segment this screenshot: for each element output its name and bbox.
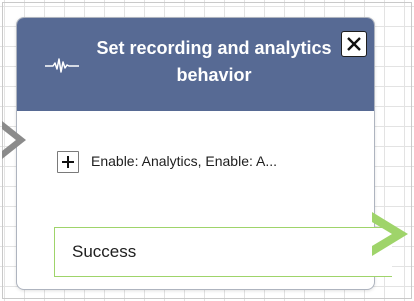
branch-success[interactable]: Success — [54, 227, 392, 277]
plus-icon — [62, 156, 74, 168]
block-title: Set recording and analytics behavior — [96, 38, 332, 85]
close-icon — [347, 37, 361, 51]
expand-button[interactable] — [57, 151, 79, 173]
branch-success-label: Success — [72, 242, 137, 261]
block-header[interactable]: Set recording and analytics behavior — [17, 18, 374, 111]
parameter-row[interactable]: Enable: Analytics, Enable: A... — [57, 151, 377, 173]
output-connector-chevron-right-icon[interactable] — [372, 212, 410, 256]
parameter-summary: Enable: Analytics, Enable: A... — [91, 153, 278, 169]
input-connector-chevron-right-icon[interactable] — [0, 121, 26, 159]
flow-block-set-recording-analytics[interactable]: Set recording and analytics behavior Ena… — [16, 17, 392, 290]
close-button[interactable] — [341, 31, 367, 57]
waveform-icon — [45, 56, 79, 74]
